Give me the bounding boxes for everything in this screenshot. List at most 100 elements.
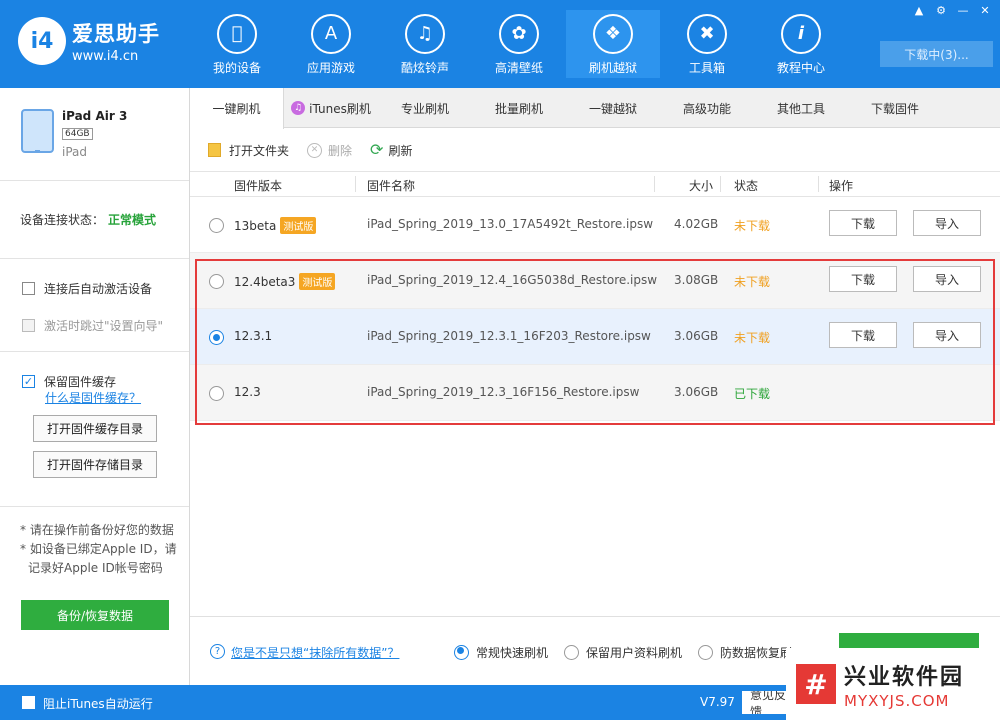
what-is-cache-link[interactable]: 什么是固件缓存？ [45,389,189,406]
itunes-icon: ♫ [291,101,306,115]
import-button[interactable]: 导入 [913,210,981,236]
tab-batch-flash[interactable]: 批量刷机 [472,88,566,128]
backup-restore-button[interactable]: 备份/恢复数据 [21,600,169,630]
skip-setup-label: 激活时跳过"设置向导" [44,319,164,333]
app-logo: i4 爱思助手 www.i4.cn [18,17,160,65]
info-icon: i [781,14,821,54]
tab-pro-flash[interactable]: 专业刷机 [378,88,472,128]
tab-itunes-flash[interactable]: ♫ iTunes刷机 [284,88,378,128]
window-controls: ▲ ⚙ — ✕ [910,2,994,18]
nav-label: 我的设备 [212,61,261,75]
open-cache-dir-button[interactable]: 打开固件缓存目录 [33,415,157,442]
erase-data-link[interactable]: 您是不是只想“抹除所有数据”？ [231,644,399,661]
refresh-icon: ⟳ [370,140,384,159]
keep-cache-label: 保留固件缓存 [44,375,117,389]
flower-icon: ✿ [499,14,539,54]
folder-icon [208,143,221,157]
watermark-name: 兴业软件园 [844,664,965,690]
device-name: iPad Air 3 [62,109,128,123]
sidebar: iPad Air 3 64GB iPad 设备连接状态： 正常模式 连接后自动激… [0,88,190,685]
open-store-dir-button[interactable]: 打开固件存储目录 [33,451,157,478]
refresh-button[interactable]: ⟳ 刷新 [370,142,412,159]
auto-activate-checkbox[interactable] [22,282,35,295]
tab-other-tools[interactable]: 其他工具 [754,88,848,128]
apple-icon:  [217,14,257,54]
minimize-icon[interactable]: — [954,2,972,18]
app-url: www.i4.cn [72,49,139,64]
mode-anti-recovery-flash[interactable]: 防数据恢复刷 [698,644,792,661]
col-name: 固件名称 [367,179,416,193]
skip-setup-checkbox [22,319,35,332]
mode-radio[interactable] [564,645,579,660]
app-store-icon: A [311,14,351,54]
mode-radio[interactable] [698,645,713,660]
connection-status: 设备连接状态： 正常模式 [0,181,189,259]
connection-value: 正常模式 [108,213,157,227]
firmware-version: 13beta [234,218,277,233]
nav-my-device[interactable]:  我的设备 [190,10,284,78]
delete-label: 删除 [328,143,353,158]
top-bar: i4 爱思助手 www.i4.cn  我的设备 A 应用游戏 ♫ 酷炫铃声 ✿… [0,0,1000,88]
nav-label: 刷机越狱 [588,61,637,75]
download-button[interactable]: 下载 [829,210,897,236]
nav-flash-jailbreak[interactable]: ❖ 刷机越狱 [566,10,660,78]
nav-label: 工具箱 [688,61,725,75]
download-status: 未下载 [734,219,771,233]
close-icon[interactable]: ✕ [976,2,994,18]
tab-advanced[interactable]: 高级功能 [660,88,754,128]
auto-activate-label: 连接后自动激活设备 [44,282,153,296]
col-version: 固件版本 [234,179,283,193]
download-queue-button[interactable]: 下载中(3)... [880,41,993,67]
nav-tutorials[interactable]: i 教程中心 [754,10,848,78]
firmware-table-header: 固件版本 固件名称 大小 状态 操作 [190,171,1000,197]
skip-setup-option: 激活时跳过"设置向导" [0,316,189,335]
row-radio[interactable] [209,218,224,233]
flash-tabs: 一键刷机 ♫ iTunes刷机 专业刷机 批量刷机 一键越狱 高级功能 其他工具… [190,88,1000,129]
watermark-url: MYXYJS.COM [844,691,950,710]
nav-wallpapers[interactable]: ✿ 高清壁纸 [472,10,566,78]
device-card: iPad Air 3 64GB iPad [0,88,189,181]
main-nav:  我的设备 A 应用游戏 ♫ 酷炫铃声 ✿ 高清壁纸 ❖ 刷机越狱 ✖ 工具箱… [190,10,848,78]
tab-jailbreak[interactable]: 一键越狱 [566,88,660,128]
nav-ringtones[interactable]: ♫ 酷炫铃声 [378,10,472,78]
delete-icon: ✕ [307,142,323,158]
col-status: 状态 [734,179,759,193]
firmware-name: iPad_Spring_2019_13.0_17A5492t_Restore.i… [367,217,654,231]
feedback-button[interactable]: 意见反馈 [742,691,792,714]
question-icon: ? [210,644,225,659]
firmware-toolbar: 打开文件夹 ✕ 删除 ⟳ 刷新 [190,129,1000,171]
block-itunes-checkbox[interactable] [22,696,35,709]
col-size: 大小 [689,179,714,193]
mode-label: 常规快速刷机 [476,646,549,660]
note-line: 记录好Apple ID帐号密码 [28,561,163,575]
nav-label: 应用游戏 [306,61,355,75]
note-line: * 如设备已绑定Apple ID，请 [20,542,177,556]
device-type: iPad [62,145,88,159]
firmware-size: 4.02GB [674,217,719,231]
auto-activate-option[interactable]: 连接后自动激活设备 [0,279,189,298]
activation-options: 连接后自动激活设备 激活时跳过"设置向导" [0,259,189,352]
nav-apps-games[interactable]: A 应用游戏 [284,10,378,78]
dropbox-icon: ❖ [593,14,633,54]
nav-toolbox[interactable]: ✖ 工具箱 [660,10,754,78]
highlight-box [195,259,995,425]
tab-label: iTunes刷机 [309,101,371,116]
tab-download-firmware[interactable]: 下载固件 [848,88,942,128]
nav-label: 酷炫铃声 [400,61,449,75]
gear-icon[interactable]: ⚙ [932,2,950,18]
mode-keep-data-flash[interactable]: 保留用户资料刷机 [564,644,682,661]
tab-one-click-flash[interactable]: 一键刷机 [190,88,284,129]
open-folder-button[interactable]: 打开文件夹 [208,142,289,159]
mode-quick-flash[interactable]: 常规快速刷机 [454,644,548,661]
app-name: 爱思助手 [72,22,160,46]
tools-icon: ✖ [687,14,727,54]
notes: * 请在操作前备份好您的数据 * 如设备已绑定Apple ID，请 记录好App… [0,507,189,578]
bell-icon: ♫ [405,14,445,54]
watermark-logo: # [796,664,836,704]
keep-cache-checkbox[interactable]: ✓ [22,375,35,388]
nav-label: 高清壁纸 [494,61,543,75]
table-row[interactable]: 13beta 测试版 iPad_Spring_2019_13.0_17A5492t… [190,197,1000,253]
block-itunes-label: 阻止iTunes自动运行 [43,697,153,711]
mode-radio[interactable] [454,645,469,660]
shirt-icon[interactable]: ▲ [910,2,928,18]
